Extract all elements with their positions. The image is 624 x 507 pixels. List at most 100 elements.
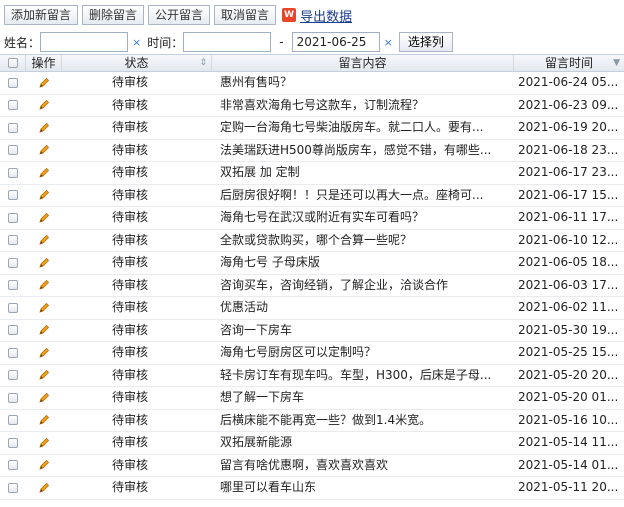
row-checkbox[interactable] (0, 455, 26, 477)
checkbox-icon (8, 190, 18, 201)
time-to-input[interactable] (291, 32, 380, 52)
edit-button[interactable] (26, 320, 62, 342)
edit-pencil-icon (39, 122, 50, 133)
status-cell: 待审核 (112, 75, 149, 89)
row-checkbox[interactable] (0, 432, 26, 454)
clear-name-icon[interactable]: × (132, 36, 141, 49)
checkbox-icon (8, 460, 18, 471)
row-checkbox[interactable] (0, 140, 26, 162)
row-checkbox[interactable] (0, 342, 26, 364)
table-row[interactable]: 待审核 轻卡房订车有现车吗。车型，H300，后床是子母... 2021-05-20 … (0, 365, 624, 387)
status-cell: 待审核 (112, 142, 149, 157)
edit-pencil-icon (39, 415, 50, 425)
table-row[interactable]: 待审核 后横床能不能再宽一些？做到1.4米宽。 2021-05-16 10... (0, 410, 624, 432)
publish-message-button[interactable]: 公开留言 (148, 5, 211, 25)
edit-button[interactable] (26, 252, 62, 274)
row-checkbox[interactable] (0, 297, 26, 319)
table-row[interactable]: 待审核 非常喜欢海角七号这款车，订制流程？ 2021-06-23 09... (0, 95, 624, 117)
sort-desc-icon: ▼ (613, 58, 620, 68)
edit-pencil-icon (39, 257, 50, 268)
table-row[interactable]: 待审核 定购一台海角七号柴油版房车。就二口人。要有... 2021-06-19 20… (0, 117, 624, 140)
sort-icon: ⇕ (199, 58, 207, 68)
edit-pencil-icon (39, 235, 50, 245)
checkbox-icon (8, 370, 18, 381)
edit-button[interactable] (26, 230, 62, 252)
time-cell: 2021-06-17 15... (518, 187, 619, 202)
row-checkbox[interactable] (0, 95, 26, 117)
row-checkbox[interactable] (0, 207, 26, 229)
content-cell: 轻卡房订车有现车吗。车型，H300，后床是子母... (220, 367, 492, 382)
table-row[interactable]: 待审核 法美瑞跃进H500尊尚版房车，感觉不错，有哪些... 2021-06-18 … (0, 140, 624, 162)
edit-button[interactable] (26, 387, 62, 409)
row-checkbox[interactable] (0, 117, 26, 139)
table-row[interactable]: 待审核 后厨房很好啊！！只是还可以再大一点。座椅可... 2021-06-17 15… (0, 185, 624, 207)
status-cell: 待审核 (112, 300, 149, 314)
row-checkbox[interactable] (0, 365, 26, 387)
row-checkbox[interactable] (0, 72, 26, 94)
row-checkbox[interactable] (0, 162, 26, 184)
edit-button[interactable] (26, 207, 62, 229)
content-cell: 双拓展 加 定制 (220, 165, 300, 179)
cancel-message-button[interactable]: 取消留言 (214, 5, 277, 25)
edit-button[interactable] (26, 365, 62, 387)
row-checkbox[interactable] (0, 230, 26, 252)
time-cell: 2021-06-18 23... (518, 142, 619, 157)
edit-button[interactable] (26, 297, 62, 319)
header-op[interactable]: 操作 (26, 55, 62, 71)
xls-icon: W (282, 8, 297, 22)
row-checkbox[interactable] (0, 185, 26, 207)
table-row[interactable]: 待审核 海角七号 子母床版 2021-06-05 18... (0, 252, 624, 275)
time-cell: 2021-05-16 10... (518, 412, 619, 427)
table-row[interactable]: 待审核 留言有啥优惠啊，喜欢喜欢喜欢 2021-05-14 01... (0, 455, 624, 477)
edit-button[interactable] (26, 140, 62, 162)
header-content[interactable]: 留言内容 (212, 55, 514, 71)
table-row[interactable]: 待审核 咨询一下房车 2021-05-30 19... (0, 320, 624, 342)
edit-button[interactable] (26, 117, 62, 139)
export-data-link[interactable]: W 导出数据 (282, 6, 352, 25)
row-checkbox[interactable] (0, 320, 26, 342)
row-checkbox[interactable] (0, 275, 26, 297)
name-input[interactable] (40, 32, 129, 52)
status-cell: 待审核 (112, 277, 149, 292)
edit-button[interactable] (26, 477, 62, 499)
time-cell: 2021-05-25 15... (518, 345, 619, 359)
time-from-input[interactable] (183, 32, 272, 52)
edit-button[interactable] (26, 275, 62, 297)
table-row[interactable]: 待审核 优惠活动 2021-06-02 11... (0, 297, 624, 320)
table-row[interactable]: 待审核 双拓展 加 定制 2021-06-17 23... (0, 162, 624, 185)
header-status[interactable]: 状态 ⇕ (62, 55, 212, 71)
select-all-checkbox[interactable] (0, 55, 26, 71)
add-message-button[interactable]: 添加新留言 (4, 5, 79, 25)
edit-button[interactable] (26, 432, 62, 454)
table-row[interactable]: 待审核 全款或贷款购买，哪个合算一些呢？ 2021-06-10 12... (0, 230, 624, 252)
edit-button[interactable] (26, 162, 62, 184)
edit-button[interactable] (26, 185, 62, 207)
time-cell: 2021-05-20 01... (518, 390, 619, 404)
checkbox-icon (8, 122, 18, 133)
row-checkbox[interactable] (0, 477, 26, 499)
table-row[interactable]: 待审核 双拓展新能源 2021-05-14 11... (0, 432, 624, 455)
delete-message-button[interactable]: 删除留言 (82, 5, 145, 25)
edit-button[interactable] (26, 342, 62, 364)
table-row[interactable]: 待审核 海角七号在武汉或附近有实车可看吗？ 2021-06-11 17... (0, 207, 624, 230)
status-cell: 待审核 (112, 97, 149, 112)
edit-button[interactable] (26, 410, 62, 432)
export-data-label: 导出数据 (300, 9, 353, 25)
content-cell: 定购一台海角七号柴油版房车。就二口人。要有... (220, 120, 484, 134)
row-checkbox[interactable] (0, 252, 26, 274)
edit-button[interactable] (26, 72, 62, 94)
checkbox-icon (8, 167, 18, 178)
table-row[interactable]: 待审核 惠州有售吗？ 2021-06-24 05... (0, 72, 624, 95)
table-row[interactable]: 待审核 海角七号厨房区可以定制吗？ 2021-05-25 15... (0, 342, 624, 365)
table-row[interactable]: 待审核 想了解一下房车 2021-05-20 01... (0, 387, 624, 410)
header-time[interactable]: 留言时间 ▼ (514, 55, 624, 71)
clear-time-icon[interactable]: × (384, 36, 393, 49)
time-label: 时间： (147, 35, 184, 50)
edit-button[interactable] (26, 455, 62, 477)
row-checkbox[interactable] (0, 387, 26, 409)
table-row[interactable]: 待审核 咨询买车，咨询经销，了解企业，洽谈合作 2021-06-03 17... (0, 275, 624, 297)
select-columns-button[interactable]: 选择列 (398, 32, 453, 52)
edit-button[interactable] (26, 95, 62, 117)
table-row[interactable]: 待审核 哪里可以看车山东 2021-05-11 20... (0, 477, 624, 500)
row-checkbox[interactable] (0, 410, 26, 432)
